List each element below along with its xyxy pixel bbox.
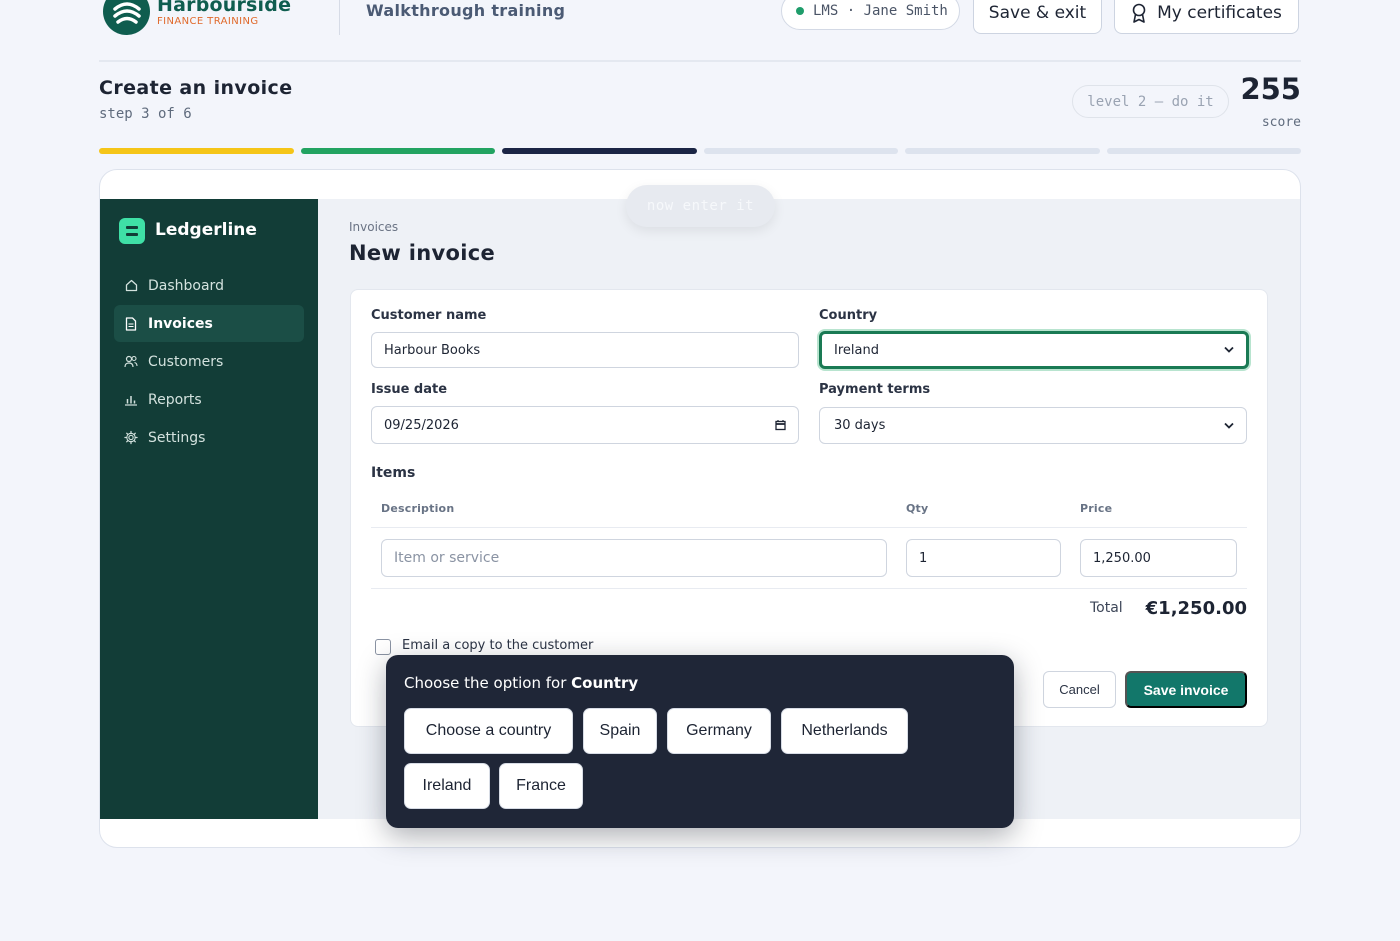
sidebar-item-label: Invoices (148, 315, 213, 332)
table-divider (371, 527, 1247, 528)
progress-segment-current (502, 148, 697, 154)
step-progress-bar (99, 148, 1301, 154)
brand-name: Harbourside (157, 0, 292, 16)
my-certificates-label: My certificates (1157, 3, 1282, 23)
column-header-qty: Qty (906, 502, 929, 515)
save-exit-button[interactable]: Save & exit (973, 0, 1102, 34)
level-badge: level 2 — do it (1072, 85, 1229, 118)
task-step: step 3 of 6 (99, 106, 192, 122)
sidebar-item-reports[interactable]: Reports (114, 381, 304, 418)
save-invoice-button[interactable]: Save invoice (1125, 671, 1247, 708)
overlay-prompt-field: Country (571, 674, 639, 692)
items-heading: Items (371, 465, 416, 481)
my-certificates-button[interactable]: My certificates (1114, 0, 1299, 34)
item-price-value: 1,250.00 (1093, 550, 1151, 566)
sidebar-item-invoices[interactable]: Invoices (114, 305, 304, 342)
sidebar-item-label: Settings (148, 429, 206, 446)
progress-segment-done (99, 148, 294, 154)
page-title: New invoice (349, 241, 495, 265)
sidebar-item-dashboard[interactable]: Dashboard (114, 267, 304, 304)
app-sidebar: Ledgerline Dashboard Invoices Customers … (100, 199, 318, 819)
option-france[interactable]: France (499, 763, 583, 809)
column-header-description: Description (381, 502, 455, 515)
country-label: Country (819, 308, 878, 323)
option-ireland[interactable]: Ireland (404, 763, 490, 809)
customer-name-value: Harbour Books (384, 342, 481, 358)
overlay-prompt-text: Choose the option for (404, 674, 567, 692)
score-label: score (1261, 115, 1301, 130)
harbourside-logo-icon (103, 0, 150, 35)
online-status-icon (796, 7, 804, 15)
payment-terms-label: Payment terms (819, 382, 931, 397)
chevron-down-icon (1224, 422, 1234, 429)
progress-segment-todo (703, 148, 898, 154)
item-price-input[interactable]: 1,250.00 (1080, 539, 1237, 577)
user-pill-label: LMS · Jane Smith (813, 3, 948, 19)
item-description-input[interactable]: Item or service (381, 539, 887, 577)
issue-date-value: 09/25/2026 (384, 417, 459, 433)
customer-name-input[interactable]: Harbour Books (371, 332, 799, 368)
progress-segment-todo (905, 148, 1100, 154)
issue-date-label: Issue date (371, 382, 448, 397)
table-divider (371, 588, 1247, 589)
option-netherlands[interactable]: Netherlands (781, 708, 908, 754)
task-title: Create an invoice (99, 77, 293, 99)
app-name: Ledgerline (155, 220, 257, 240)
item-qty-value: 1 (919, 550, 928, 566)
item-description-placeholder: Item or service (394, 550, 500, 566)
sidebar-nav: Dashboard Invoices Customers Reports Set… (114, 267, 304, 457)
progress-segment-todo (1106, 148, 1301, 154)
option-choose-a-country[interactable]: Choose a country (404, 708, 573, 754)
country-value: Ireland (834, 342, 879, 358)
gear-icon (124, 430, 138, 445)
total-label: Total (1090, 600, 1123, 616)
overlay-prompt: Choose the option for Country (404, 674, 638, 692)
user-pill: LMS · Jane Smith (781, 0, 960, 30)
score-value: 255 (1240, 72, 1301, 106)
item-qty-input[interactable]: 1 (906, 539, 1061, 577)
payment-terms-value: 30 days (834, 418, 886, 433)
chevron-down-icon (1224, 346, 1234, 354)
training-title: Walkthrough training (366, 1, 566, 20)
sidebar-item-customers[interactable]: Customers (114, 343, 304, 380)
sidebar-item-label: Customers (148, 353, 224, 370)
home-icon (124, 279, 138, 293)
sidebar-item-label: Dashboard (148, 277, 224, 294)
issue-date-input[interactable]: 09/25/2026 (371, 406, 799, 444)
calendar-icon[interactable] (775, 420, 786, 431)
column-header-price: Price (1080, 502, 1113, 515)
breadcrumb[interactable]: Invoices (349, 220, 398, 234)
bar-chart-icon (124, 393, 138, 407)
option-chooser-overlay: Choose the option for Country Choose a c… (386, 655, 1014, 828)
email-copy-label[interactable]: Email a copy to the customer (402, 638, 593, 653)
brand-subtitle: FINANCE TRAINING (157, 16, 259, 27)
users-icon (124, 355, 138, 369)
hint-pill: now enter it (626, 185, 775, 227)
header-rule (99, 60, 1301, 62)
award-ribbon-icon (1131, 3, 1147, 23)
ledgerline-logo-icon (119, 218, 145, 244)
option-germany[interactable]: Germany (667, 708, 771, 754)
sidebar-item-settings[interactable]: Settings (114, 419, 304, 456)
total-value: €1,250.00 (1145, 598, 1247, 619)
top-bar: Harbourside FINANCE TRAINING Walkthrough… (0, 0, 1400, 60)
sidebar-item-label: Reports (148, 391, 202, 408)
payment-terms-select[interactable]: 30 days (819, 407, 1247, 444)
customer-name-label: Customer name (371, 308, 487, 323)
email-copy-checkbox[interactable] (375, 639, 391, 655)
option-spain[interactable]: Spain (583, 708, 657, 754)
progress-segment-done (300, 148, 495, 154)
cancel-button[interactable]: Cancel (1043, 671, 1116, 708)
country-select[interactable]: Ireland (819, 331, 1249, 369)
document-icon (124, 316, 138, 331)
header-divider (339, 0, 340, 35)
